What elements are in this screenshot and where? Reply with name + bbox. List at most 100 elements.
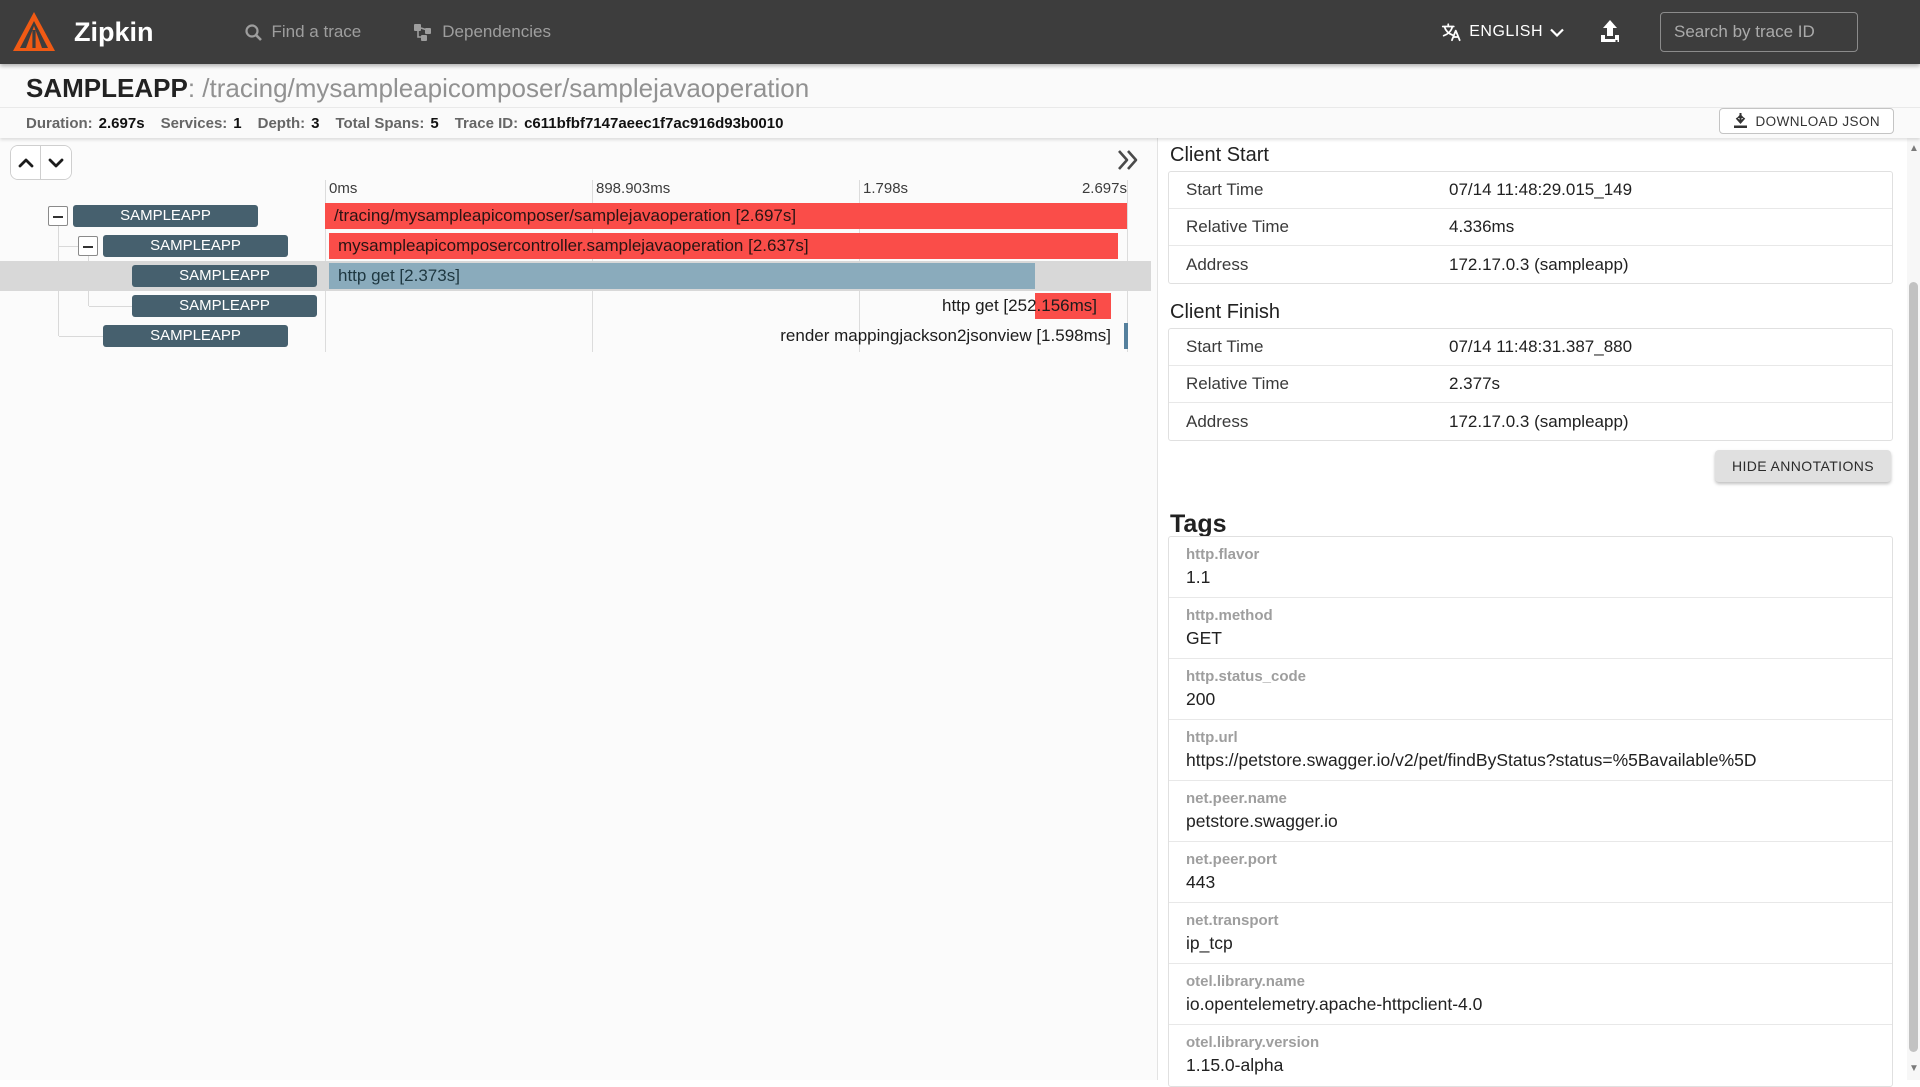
tag-value: petstore.swagger.io (1186, 811, 1338, 831)
previous-span-button[interactable] (11, 146, 41, 179)
detail-value: 07/14 11:48:29.015_149 (1449, 180, 1633, 199)
stat-total-spans: Total Spans: 5 (335, 115, 438, 132)
chevron-down-icon (48, 158, 64, 167)
annotation-section-title: Client Start (1170, 144, 1269, 166)
main-content: 0ms 898.903ms 1.798s 2.697s SAMPLEAPP /t… (0, 138, 1920, 1087)
stat-trace-id-value: c611bfbf7147aeec1f7ac916d93b0010 (524, 114, 784, 132)
trace-page-title: SAMPLEAPP: /tracing/mysampleapicomposer/… (0, 64, 1920, 108)
stat-trace-id-label: Trace ID: (454, 114, 519, 132)
tag-key: net.peer.port (1186, 851, 1277, 868)
expand-detail-panel-button[interactable] (1113, 146, 1143, 176)
annotation-section-title: Client Finish (1170, 301, 1281, 323)
zipkin-logo-icon[interactable] (12, 10, 56, 54)
tag-value: https://petstore.swagger.io/v2/pet/findB… (1186, 750, 1757, 770)
chevron-up-icon (18, 158, 33, 167)
service-badge[interactable]: SAMPLEAPP (103, 235, 288, 257)
tag-value: GET (1186, 628, 1222, 648)
tags-card: http.flavor 1.1 http.method GET http.sta… (1168, 536, 1893, 1087)
tag-value: 1.15.0-alpha (1186, 1055, 1284, 1075)
download-icon (1733, 113, 1747, 128)
stat-services-label: Services: (160, 114, 228, 132)
tag-key: http.url (1186, 729, 1238, 746)
span-row-root[interactable]: SAMPLEAPP /tracing/mysampleapicomposer/s… (0, 201, 1151, 231)
client-start-card: Start Time 07/14 11:48:29.015_149 Relati… (1168, 171, 1893, 284)
scrollbar-up-arrow[interactable]: ▲ (1909, 144, 1919, 154)
detail-row: Relative Time 2.377s (1169, 366, 1892, 403)
tag-row: otel.library.version 1.15.0-alpha (1169, 1025, 1892, 1086)
stat-depth-label: Depth: (257, 114, 306, 132)
tag-row: net.peer.port 443 (1169, 842, 1892, 903)
tag-value: io.opentelemetry.apache-httpclient-4.0 (1186, 994, 1483, 1014)
detail-row: Address 172.17.0.3 (sampleapp) (1169, 403, 1892, 440)
tag-key: http.status_code (1186, 668, 1307, 685)
detail-label: Relative Time (1186, 217, 1289, 236)
detail-value: 172.17.0.3 (sampleapp) (1449, 254, 1629, 274)
stat-duration: Duration: 2.697s (26, 115, 145, 132)
translate-icon (1442, 23, 1461, 42)
stat-duration-value: 2.697s (98, 114, 145, 132)
brand-title[interactable]: Zipkin (74, 17, 154, 48)
span-row-http-get-2[interactable]: SAMPLEAPP http get [252.156ms] (0, 291, 1151, 321)
span-bar[interactable] (1124, 323, 1128, 349)
ruler-tick-1: 898.903ms (596, 180, 671, 197)
service-badge[interactable]: SAMPLEAPP (132, 265, 317, 287)
tag-key: net.transport (1186, 912, 1279, 929)
service-badge[interactable]: SAMPLEAPP (132, 295, 317, 317)
collapse-toggle-icon[interactable] (78, 236, 98, 256)
scrollbar-thumb[interactable] (1909, 282, 1918, 1052)
span-bar[interactable]: mysampleapicomposercontroller.samplejava… (329, 233, 1118, 259)
tag-row: otel.library.name io.opentelemetry.apach… (1169, 964, 1892, 1025)
span-bar-label: render mappingjackson2jsonview [1.598ms] (780, 326, 1111, 345)
service-badge[interactable]: SAMPLEAPP (73, 205, 258, 227)
span-bar[interactable]: http get [2.373s] (329, 263, 1035, 289)
tag-key: net.peer.name (1186, 790, 1287, 807)
nav-dependencies-label: Dependencies (442, 22, 551, 41)
span-row-controller[interactable]: SAMPLEAPP mysampleapicomposercontroller.… (0, 231, 1151, 261)
detail-row: Start Time 07/14 11:48:31.387_880 (1169, 329, 1892, 366)
nav-dependencies[interactable]: Dependencies (413, 22, 551, 42)
nav-find-a-trace-label: Find a trace (271, 22, 362, 41)
scrollbar-down-arrow[interactable]: ▼ (1909, 1064, 1919, 1074)
title-separator: : (187, 73, 203, 103)
detail-value: 4.336ms (1449, 217, 1515, 236)
nav-find-a-trace[interactable]: Find a trace (244, 22, 362, 42)
next-span-button[interactable] (41, 146, 71, 179)
vertical-scrollbar[interactable]: ▲ ▼ (1907, 138, 1920, 1080)
language-selector[interactable]: ENGLISH (1440, 21, 1564, 43)
collapse-toggle-icon[interactable] (48, 206, 68, 226)
span-nav-buttons (10, 145, 72, 180)
tag-key: otel.library.version (1186, 1034, 1320, 1051)
timeline-area: 0ms 898.903ms 1.798s 2.697s SAMPLEAPP /t… (0, 138, 1157, 1080)
stat-depth-value: 3 (311, 114, 320, 132)
download-json-button[interactable]: DOWNLOAD JSON (1718, 108, 1894, 134)
hide-annotations-button[interactable]: HIDE ANNOTATIONS (1715, 450, 1891, 482)
detail-label: Address (1186, 254, 1249, 274)
tag-value: ip_tcp (1186, 933, 1233, 953)
detail-row: Relative Time 4.336ms (1169, 209, 1892, 246)
tags-section-title: Tags (1170, 510, 1227, 538)
stat-duration-label: Duration: (26, 114, 93, 132)
client-finish-card: Start Time 07/14 11:48:31.387_880 Relati… (1168, 328, 1893, 441)
stat-trace-id: Trace ID: c611bfbf7147aeec1f7ac916d93b00… (455, 115, 784, 132)
detail-label: Relative Time (1186, 374, 1289, 393)
trace-id-search-input[interactable] (1660, 12, 1858, 52)
top-navbar: Zipkin Find a trace Dependencies ENGLISH (0, 0, 1920, 64)
detail-label: Start Time (1186, 180, 1264, 199)
span-bar[interactable]: /tracing/mysampleapicomposer/samplejavao… (325, 203, 1127, 229)
service-badge[interactable]: SAMPLEAPP (103, 325, 288, 347)
detail-label: Address (1186, 411, 1249, 431)
language-label: ENGLISH (1469, 23, 1543, 40)
detail-label: Start Time (1186, 337, 1264, 356)
chevron-down-icon (1550, 28, 1564, 37)
trace-header: SAMPLEAPP: /tracing/mysampleapicomposer/… (0, 64, 1920, 138)
span-detail-panel: Client Start Start Time 07/14 11:48:29.0… (1157, 138, 1907, 1087)
detail-value: 172.17.0.3 (sampleapp) (1449, 411, 1629, 431)
ruler-tick-3: 2.697s (1081, 180, 1127, 197)
trace-meta-bar: Duration: 2.697s Services: 1 Depth: 3 To… (0, 108, 1920, 138)
span-row-render[interactable]: SAMPLEAPP render mappingjackson2jsonview… (0, 321, 1151, 351)
span-row-http-get-selected[interactable]: SAMPLEAPP http get [2.373s] (0, 261, 1151, 291)
detail-row: Start Time 07/14 11:48:29.015_149 (1169, 172, 1892, 209)
trace-service-name: SAMPLEAPP (26, 73, 188, 103)
detail-row: Address 172.17.0.3 (sampleapp) (1169, 246, 1892, 283)
upload-trace-button[interactable] (1598, 19, 1622, 45)
